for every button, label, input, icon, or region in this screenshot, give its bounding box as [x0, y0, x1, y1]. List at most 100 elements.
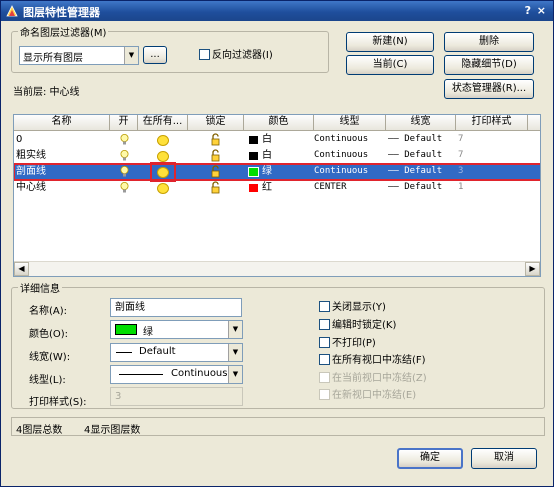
off-checkbox[interactable]: 关闭显示(Y): [319, 301, 386, 315]
sun-thawed-icon[interactable]: [157, 151, 169, 162]
col-header-freeze-all[interactable]: 在所有...: [138, 115, 188, 130]
sun-thawed-icon[interactable]: [157, 183, 169, 194]
details-title: 详细信息: [18, 280, 62, 295]
lineweight-value[interactable]: —— Default: [388, 164, 442, 180]
lightbulb-on-icon[interactable]: [120, 134, 129, 146]
table-row[interactable]: 粗实线 白 Continuous —— Default 7: [14, 148, 540, 164]
layer-properties-dialog: 图层特性管理器 ? × 命名图层过滤器(M) 显示所有图层 ▼ ... 反向过滤…: [0, 0, 554, 487]
color-swatch[interactable]: [248, 167, 259, 177]
set-current-button[interactable]: 当前(C): [346, 55, 434, 75]
color-swatch: [115, 324, 137, 335]
table-header: 名称 开 在所有... 锁定 颜色 线型 线宽 打印样式: [14, 115, 540, 131]
layer-name: 中心线: [16, 182, 46, 193]
table-row-selected[interactable]: 剖面线 绿 Continuous —— Default 3: [14, 162, 540, 182]
invert-filter-label: 反向过滤器(I): [212, 50, 273, 61]
lineweight-label: 线宽(W):: [29, 352, 71, 363]
scroll-right-icon[interactable]: ▶: [525, 262, 540, 276]
linetype-select[interactable]: Continuous ▼: [110, 365, 243, 384]
col-header-plotstyle[interactable]: 打印样式: [456, 115, 528, 130]
checkbox-box[interactable]: [319, 319, 330, 330]
hide-details-button[interactable]: 隐藏细节(D): [444, 55, 534, 75]
checkbox-box[interactable]: [319, 354, 330, 365]
table-row[interactable]: 0 白 Continuous —— Default 7: [14, 132, 540, 148]
color-swatch[interactable]: [248, 135, 259, 145]
name-label: 名称(A):: [29, 306, 68, 317]
shown-layers-count: 4显示图层数: [84, 425, 141, 436]
linetype-value[interactable]: Continuous: [314, 164, 368, 180]
linetype-value[interactable]: Continuous: [314, 148, 368, 164]
filter-more-button[interactable]: ...: [143, 46, 167, 64]
state-manager-button[interactable]: 状态管理器(R)...: [444, 79, 534, 99]
freeze-new-checkbox-label: 在新视口中冻结(E): [332, 390, 417, 401]
color-name: 绿: [262, 166, 272, 177]
lightbulb-on-icon[interactable]: [120, 182, 129, 194]
chevron-down-icon[interactable]: ▼: [228, 321, 242, 338]
col-header-name[interactable]: 名称: [14, 115, 110, 130]
color-swatch[interactable]: [248, 183, 259, 193]
color-swatch[interactable]: [248, 151, 259, 161]
plot-style-value: 3: [458, 166, 464, 176]
chevron-down-icon[interactable]: ▼: [228, 366, 242, 383]
lock-edit-checkbox-label: 编辑时锁定(K): [332, 320, 397, 331]
col-header-lock[interactable]: 锁定: [188, 115, 244, 130]
linetype-value[interactable]: Continuous: [314, 132, 368, 148]
filter-select-value: 显示所有图层: [23, 53, 83, 64]
lineweight-value[interactable]: —— Default: [388, 148, 442, 164]
lineweight-value[interactable]: —— Default: [388, 180, 442, 196]
lock-edit-checkbox[interactable]: 编辑时锁定(K): [319, 319, 396, 333]
linetype-value[interactable]: CENTER: [314, 180, 347, 196]
layer-list[interactable]: 名称 开 在所有... 锁定 颜色 线型 线宽 打印样式 0 白 Continu…: [13, 114, 541, 277]
scroll-left-icon[interactable]: ◀: [14, 262, 29, 276]
new-layer-button[interactable]: 新建(N): [346, 32, 434, 52]
chevron-down-icon[interactable]: ▼: [228, 344, 242, 361]
color-name: 白: [262, 134, 272, 145]
no-plot-checkbox[interactable]: 不打印(P): [319, 337, 376, 351]
checkbox-box[interactable]: [319, 337, 330, 348]
col-header-linetype[interactable]: 线型: [314, 115, 386, 130]
checkbox-box: [319, 389, 330, 400]
delete-layer-button[interactable]: 删除: [444, 32, 534, 52]
unlock-icon[interactable]: [210, 149, 223, 162]
title-bar: 图层特性管理器 ? ×: [1, 1, 553, 21]
unlock-icon[interactable]: [210, 133, 223, 146]
table-row[interactable]: 中心线 红 CENTER —— Default 1: [14, 180, 540, 196]
chevron-down-icon[interactable]: ▼: [124, 47, 138, 64]
col-header-extra: [528, 115, 540, 130]
freeze-all-checkbox[interactable]: 在所有视口中冻结(F): [319, 354, 426, 368]
checkbox-box[interactable]: [199, 49, 210, 60]
lightbulb-on-icon[interactable]: [120, 150, 129, 162]
filter-group-title: 命名图层过滤器(M): [18, 24, 109, 39]
horizontal-scrollbar[interactable]: ◀ ▶: [14, 261, 540, 276]
sun-thawed-icon[interactable]: [157, 135, 169, 146]
color-label: 颜色(O):: [29, 329, 69, 340]
unlock-icon[interactable]: [210, 165, 223, 178]
col-header-lineweight[interactable]: 线宽: [386, 115, 456, 130]
close-button[interactable]: ×: [537, 4, 546, 17]
lightbulb-on-icon[interactable]: [120, 166, 129, 178]
no-plot-checkbox-label: 不打印(P): [332, 338, 376, 349]
checkbox-box[interactable]: [319, 301, 330, 312]
linetype-label: 线型(L):: [29, 375, 66, 386]
col-header-color[interactable]: 颜色: [244, 115, 314, 130]
invert-filter-checkbox[interactable]: 反向过滤器(I): [199, 49, 273, 63]
line-sample: [116, 352, 132, 353]
highlight-box: [150, 162, 176, 182]
ok-button[interactable]: 确定: [397, 448, 463, 469]
checkbox-box: [319, 372, 330, 383]
plotstyle-input: 3: [110, 387, 243, 406]
plot-style-value: 1: [458, 182, 464, 192]
name-input[interactable]: 剖面线: [110, 298, 242, 317]
col-header-on[interactable]: 开: [110, 115, 138, 130]
details-groupbox: 详细信息: [11, 280, 545, 409]
unlock-icon[interactable]: [210, 181, 223, 194]
cancel-button[interactable]: 取消: [471, 448, 537, 469]
filter-select[interactable]: 显示所有图层 ▼: [19, 46, 139, 65]
color-select[interactable]: 绿 ▼: [110, 320, 243, 339]
color-name: 白: [262, 150, 272, 161]
lineweight-value[interactable]: —— Default: [388, 132, 442, 148]
lineweight-select[interactable]: Default ▼: [110, 343, 243, 362]
freeze-current-checkbox: 在当前视口中冻结(Z): [319, 372, 427, 386]
help-button[interactable]: ?: [525, 4, 531, 17]
plot-style-value: 7: [458, 150, 464, 160]
plot-style-value: 7: [458, 134, 464, 144]
